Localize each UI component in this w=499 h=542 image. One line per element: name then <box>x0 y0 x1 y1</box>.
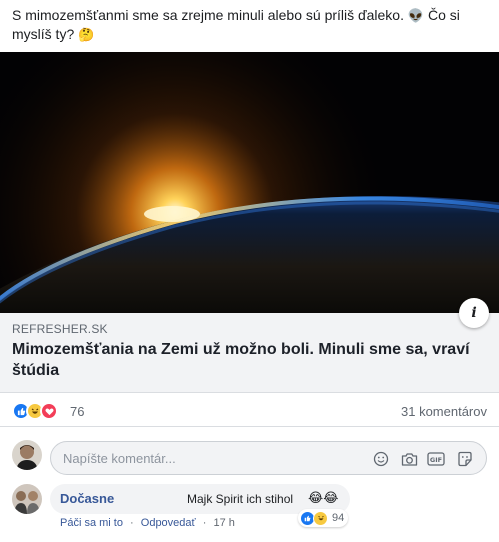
comment-actions: Páči sa mi to · Odpovedať · 17 h <box>60 517 235 529</box>
link-preview-caption[interactable]: REFRESHER.SK Mimozemšťania na Zemi už mo… <box>0 313 499 393</box>
emoji-icon[interactable] <box>372 450 390 468</box>
separator: · <box>202 517 207 529</box>
gif-icon[interactable]: GIF <box>427 450 445 468</box>
post-text: S mimozemšťanmi sme sa zrejme minuli ale… <box>12 6 490 44</box>
reactions-summary: 76 31 komentárov <box>0 393 499 427</box>
reaction-icons[interactable] <box>12 402 58 420</box>
alien-emoji-icon: 👽 <box>407 8 425 23</box>
sticker-icon[interactable] <box>456 450 474 468</box>
post-text-line1: S mimozemšťanmi sme sa zrejme minuli ale… <box>12 7 404 23</box>
comment-count[interactable]: 31 komentárov <box>401 404 487 419</box>
comment-timestamp[interactable]: 17 h <box>213 517 234 529</box>
comment-reply-link[interactable]: Odpovedať <box>141 517 196 529</box>
info-icon[interactable]: i <box>459 298 489 328</box>
link-preview-image[interactable] <box>0 52 499 313</box>
link-title[interactable]: Mimozemšťania na Zemi už možno boli. Min… <box>12 339 482 381</box>
thinking-emoji-icon: 🤔 <box>78 27 95 42</box>
reaction-count[interactable]: 76 <box>70 404 84 419</box>
earth-sunrise-image <box>0 52 499 313</box>
laughing-emoji-icon: 😂😂 <box>308 490 339 505</box>
svg-text:GIF: GIF <box>430 456 442 464</box>
love-icon <box>40 402 58 420</box>
haha-icon <box>313 510 328 526</box>
comment-text: Majk Spirit ich stihol <box>187 492 294 506</box>
comment-like-link[interactable]: Páči sa mi to <box>60 517 123 529</box>
separator: · <box>130 517 134 529</box>
current-user-avatar[interactable] <box>12 440 42 470</box>
camera-icon[interactable] <box>400 450 418 468</box>
commenter-avatar[interactable] <box>12 484 42 514</box>
link-domain: REFRESHER.SK <box>12 322 108 336</box>
comment-author[interactable]: Dočasne <box>60 491 114 506</box>
comment-reaction-count: 94 <box>332 512 345 524</box>
comment-reactions[interactable]: 94 <box>298 509 349 527</box>
comment-input[interactable] <box>63 442 363 474</box>
comment-composer[interactable]: GIF <box>50 441 487 475</box>
